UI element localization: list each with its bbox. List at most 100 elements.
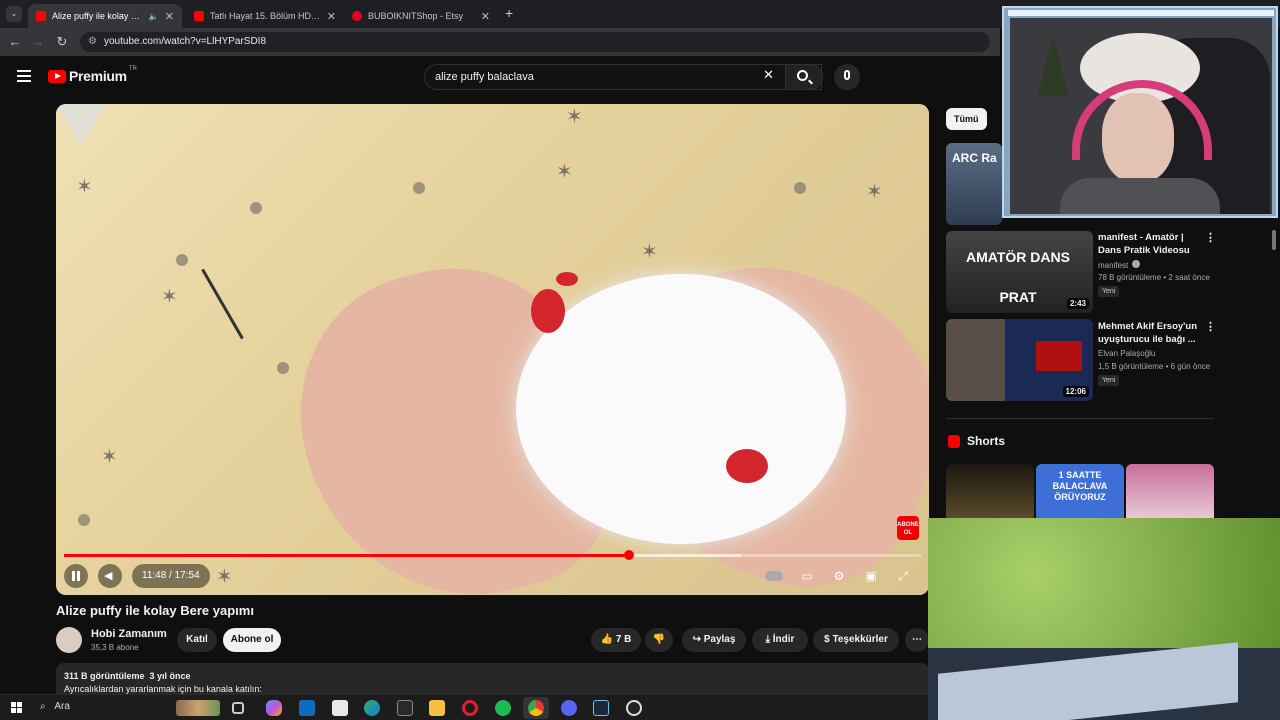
- voice-search-button[interactable]: [834, 64, 860, 90]
- task-view-icon[interactable]: [232, 702, 244, 714]
- settings-icon[interactable]: ⚙: [830, 569, 848, 583]
- more-actions-button[interactable]: ⋯: [905, 628, 929, 652]
- star-print: ✶: [76, 176, 93, 198]
- back-icon[interactable]: ←: [7, 34, 23, 49]
- thanks-button[interactable]: $ Teşekkürler: [813, 628, 899, 652]
- star-print: ✶: [566, 106, 583, 128]
- channel-name[interactable]: Hobi Zamanım: [91, 628, 167, 640]
- opera-icon[interactable]: [462, 700, 478, 716]
- video-title: Alize puffy ile kolay Bere yapımı: [56, 603, 254, 618]
- subtitles-icon[interactable]: ▭: [798, 569, 816, 583]
- close-tab-icon[interactable]: ✕: [165, 10, 174, 23]
- epic-games-icon[interactable]: [397, 700, 413, 716]
- youtube-play-icon: [48, 69, 66, 83]
- recommendation-title[interactable]: manifest - Amatör | Dans Pratik Videosu: [1098, 231, 1198, 257]
- fullscreen-icon[interactable]: ⤢: [894, 569, 912, 584]
- windows-start-icon[interactable]: [11, 702, 22, 713]
- video-player[interactable]: ✶ ✶ ✶ ✶ ✶ ✶ ✶ ✶ ABONE OL ◀ 11:48 / 17:54…: [56, 104, 929, 595]
- reload-icon[interactable]: ↻: [54, 34, 70, 50]
- spotify-icon[interactable]: [495, 700, 511, 716]
- dislike-button[interactable]: 👎: [645, 628, 673, 652]
- dot-print: [78, 514, 90, 526]
- forward-icon[interactable]: →: [30, 34, 46, 49]
- star-print: ✶: [556, 161, 573, 183]
- recommendation-channel[interactable]: Elvan Palaşoğlu: [1098, 349, 1155, 358]
- miniplayer-icon[interactable]: ▣: [862, 569, 880, 583]
- tab-list-dropdown-icon[interactable]: ⌄: [6, 6, 22, 22]
- recommendation-channel[interactable]: manifest: [1098, 260, 1141, 270]
- obs-icon[interactable]: [626, 700, 642, 716]
- outlook-icon[interactable]: [299, 700, 315, 716]
- close-tab-icon[interactable]: ✕: [327, 10, 336, 23]
- browser-tab-active[interactable]: Alize puffy ile kolay Bere yapımı 🔈 ✕: [28, 4, 182, 28]
- webcam-feed: [1010, 18, 1272, 214]
- dot-print: [250, 202, 262, 214]
- filter-chip-all[interactable]: Tümü: [946, 108, 987, 130]
- edge-icon[interactable]: [364, 700, 380, 716]
- close-tab-icon[interactable]: ✕: [481, 10, 490, 23]
- subscribe-watermark[interactable]: ABONE OL: [897, 516, 919, 540]
- more-vert-icon[interactable]: ⋮: [1205, 231, 1216, 244]
- steam-icon[interactable]: [593, 700, 609, 716]
- progress-scrubber[interactable]: [623, 550, 634, 560]
- progress-played: [64, 554, 629, 557]
- short-thumbnail[interactable]: 1 SAATTE BALACLAVA ÖRÜYORUZ: [1036, 464, 1124, 518]
- mic-icon: [844, 70, 850, 80]
- webcam-frame-bar: [1008, 10, 1274, 16]
- join-button[interactable]: Katıl: [177, 628, 217, 652]
- recommendation-thumbnail[interactable]: 12:06: [946, 319, 1093, 401]
- new-tab-button[interactable]: +: [505, 5, 513, 21]
- thumbnail-inset: [1036, 341, 1082, 371]
- sidebar-scrollbar[interactable]: [1272, 230, 1276, 250]
- star-print: ✶: [641, 241, 658, 263]
- autoplay-toggle[interactable]: [765, 569, 783, 581]
- share-button[interactable]: ↪ Paylaş: [682, 628, 746, 652]
- address-bar-row: ← → ↻ ⚙ youtube.com/watch?v=LlHYParSDI8: [0, 28, 1000, 56]
- webcam-overlay: [1002, 6, 1278, 218]
- url-field[interactable]: ⚙ youtube.com/watch?v=LlHYParSDI8: [80, 32, 990, 52]
- short-thumbnail[interactable]: [946, 464, 1034, 518]
- taskbar-search[interactable]: ⌕ Ara: [40, 701, 70, 712]
- christmas-tree: [1038, 36, 1068, 96]
- pause-button[interactable]: [64, 564, 88, 588]
- star-print: ✶: [161, 286, 178, 308]
- site-info-icon[interactable]: ⚙: [88, 32, 97, 52]
- youtube-premium-logo[interactable]: Premium TR: [48, 66, 137, 84]
- channel-label: manifest: [1098, 261, 1129, 270]
- short-thumbnail[interactable]: [1126, 464, 1214, 518]
- search-icon: [797, 70, 808, 81]
- progress-bar[interactable]: [64, 550, 921, 560]
- file-explorer-icon[interactable]: [429, 700, 445, 716]
- subscribe-button[interactable]: Abone ol: [223, 628, 281, 652]
- recommendation-thumbnail[interactable]: ARC Ra: [946, 143, 1002, 225]
- more-vert-icon[interactable]: ⋮: [1205, 320, 1216, 333]
- volume-button[interactable]: ◀: [98, 564, 122, 588]
- clear-search-icon[interactable]: ✕: [763, 67, 774, 83]
- download-button[interactable]: ⤓ İndir: [752, 628, 808, 652]
- recommendation-thumbnail[interactable]: AMATÖR DANS PRAT 2:43: [946, 231, 1093, 313]
- store-icon[interactable]: [332, 700, 348, 716]
- face: [1102, 93, 1174, 183]
- search-button[interactable]: [785, 64, 823, 90]
- chrome-icon[interactable]: [528, 700, 544, 716]
- widget-thumbnail-icon[interactable]: [176, 700, 220, 716]
- view-count: 311 B görüntüleme: [64, 671, 145, 681]
- subscriber-count: 35,3 B abone: [91, 643, 139, 652]
- dot-print: [413, 182, 425, 194]
- browser-tab[interactable]: BUBOIKNITShop - Etsy ✕: [344, 4, 498, 28]
- pinterest-favicon-icon: [352, 11, 362, 21]
- like-count: 7 B: [615, 634, 632, 645]
- green-chunky-yarn: [928, 518, 1280, 658]
- taskbar: ⌕ Ara: [0, 694, 928, 720]
- recommendation-title[interactable]: Mehmet Akif Ersoy'un uyuşturucu ile bağı…: [1098, 320, 1198, 346]
- channel-avatar[interactable]: [56, 627, 82, 653]
- url-text: youtube.com/watch?v=LlHYParSDI8: [104, 36, 267, 47]
- discord-icon[interactable]: [561, 700, 577, 716]
- browser-tab[interactable]: Tatlı Hayat 15. Bölüm HD - YouTube ✕: [186, 4, 344, 28]
- menu-icon[interactable]: [17, 70, 31, 82]
- thanks-label: Teşekkürler: [832, 634, 888, 645]
- description-text: Ayrıcalıklardan yararlanmak için bu kana…: [64, 684, 262, 694]
- like-button[interactable]: 👍 7 B: [591, 628, 641, 652]
- verified-icon: [1132, 260, 1141, 268]
- copilot-icon[interactable]: [266, 700, 282, 716]
